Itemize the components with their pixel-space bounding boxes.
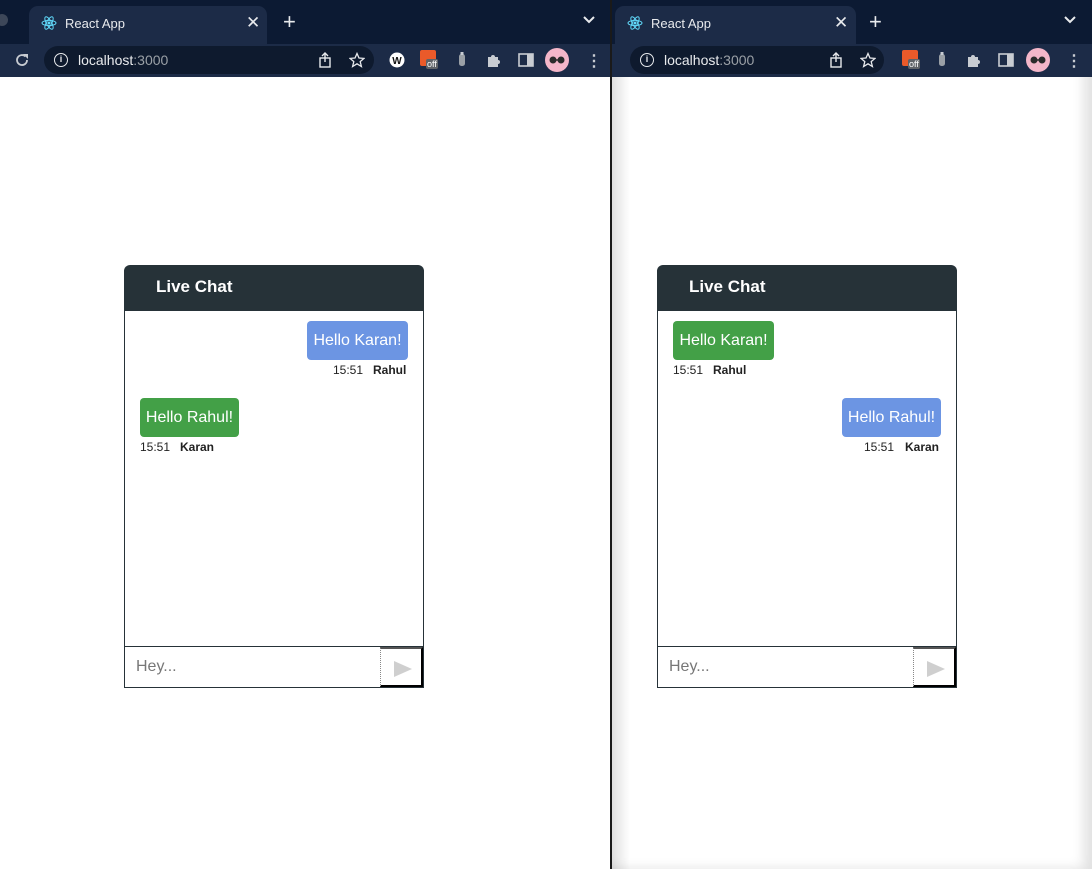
share-icon[interactable] xyxy=(317,52,333,68)
coupon-extension-icon[interactable]: off xyxy=(420,50,440,70)
puzzle-extensions-icon[interactable] xyxy=(964,50,984,70)
tab-title: React App xyxy=(65,16,125,31)
chat-title: Live Chat xyxy=(156,277,233,296)
tab-bar: React App ✕ + xyxy=(612,0,1092,44)
chat-title: Live Chat xyxy=(689,277,766,296)
side-panel-icon[interactable] xyxy=(516,50,536,70)
message-time: 15:51 xyxy=(864,440,895,454)
message-bubble: Hello Rahul! xyxy=(140,398,239,437)
chat-footer xyxy=(124,646,424,688)
send-button[interactable] xyxy=(380,647,423,687)
address-bar[interactable]: i localhost:3000 xyxy=(44,46,374,74)
tab-title: React App xyxy=(651,16,711,31)
share-icon[interactable] xyxy=(828,52,844,68)
side-panel-icon[interactable] xyxy=(996,50,1016,70)
reload-icon[interactable] xyxy=(12,50,32,70)
address-bar[interactable]: i localhost:3000 xyxy=(630,46,884,74)
bottle-extension-icon[interactable] xyxy=(452,50,472,70)
star-icon[interactable] xyxy=(349,52,365,68)
browser-window-right: React App ✕ + i localhost:3000 off ⋮ Liv… xyxy=(612,0,1092,869)
url-text: localhost:3000 xyxy=(664,52,755,68)
react-icon xyxy=(627,16,643,30)
star-icon[interactable] xyxy=(860,52,876,68)
send-button[interactable] xyxy=(913,647,956,687)
toolbar: i localhost:3000 W off ⋮ xyxy=(0,44,611,77)
menu-icon[interactable]: ⋮ xyxy=(586,51,602,71)
send-icon xyxy=(394,661,412,677)
chevron-down-icon[interactable] xyxy=(1063,13,1077,27)
chat-messages[interactable]: Hello Karan! 15:51 Rahul Hello Rahul! 15… xyxy=(657,310,957,647)
glasses-icon xyxy=(1030,56,1046,64)
react-icon xyxy=(41,16,57,30)
window-shadow xyxy=(612,77,630,869)
message-author: Karan xyxy=(180,440,215,454)
message-time: 15:51 xyxy=(673,363,704,377)
close-tab-icon[interactable]: ✕ xyxy=(834,14,848,32)
close-tab-icon[interactable]: ✕ xyxy=(246,14,260,32)
profile-avatar[interactable] xyxy=(545,48,569,72)
tab-bar: React App ✕ + xyxy=(0,0,611,44)
window-divider xyxy=(610,0,612,869)
bottle-extension-icon[interactable] xyxy=(932,50,952,70)
message-author: Rahul xyxy=(373,363,407,377)
message-input[interactable] xyxy=(658,647,913,687)
new-tab-icon[interactable]: + xyxy=(869,11,882,33)
chevron-down-icon[interactable] xyxy=(582,13,596,27)
svg-text:W: W xyxy=(392,56,402,67)
chat-window: Live Chat Hello Karan! 15:51 Rahul Hello… xyxy=(124,265,424,688)
chat-header: Live Chat xyxy=(657,265,957,311)
message-author: Rahul xyxy=(713,363,747,377)
tab-react-app[interactable]: React App ✕ xyxy=(29,6,267,44)
tab-react-app[interactable]: React App ✕ xyxy=(615,6,856,44)
message-time: 15:51 xyxy=(140,440,171,454)
message-bubble: Hello Rahul! xyxy=(842,398,941,437)
message-bubble: Hello Karan! xyxy=(673,321,774,360)
message-author: Karan xyxy=(905,440,940,454)
message-bubble: Hello Karan! xyxy=(307,321,408,360)
window-control-dot[interactable] xyxy=(0,14,8,26)
toolbar: i localhost:3000 off ⋮ xyxy=(612,44,1092,77)
chat-messages[interactable]: Hello Karan! 15:51 Rahul Hello Rahul! 15… xyxy=(124,310,424,647)
glasses-icon xyxy=(549,56,565,64)
profile-avatar[interactable] xyxy=(1026,48,1050,72)
new-tab-icon[interactable]: + xyxy=(283,11,296,33)
coupon-extension-icon[interactable]: off xyxy=(902,50,922,70)
puzzle-extensions-icon[interactable] xyxy=(484,50,504,70)
chat-footer xyxy=(657,646,957,688)
send-icon xyxy=(927,661,945,677)
url-text: localhost:3000 xyxy=(78,52,169,68)
browser-window-left: React App ✕ + i localhost:3000 W off ⋮ L… xyxy=(0,0,611,869)
w-extension-icon[interactable]: W xyxy=(387,50,407,70)
chat-window: Live Chat Hello Karan! 15:51 Rahul Hello… xyxy=(657,265,957,688)
menu-icon[interactable]: ⋮ xyxy=(1066,51,1082,71)
chat-header: Live Chat xyxy=(124,265,424,311)
info-icon[interactable]: i xyxy=(54,53,68,67)
message-input[interactable] xyxy=(125,647,380,687)
message-time: 15:51 xyxy=(333,363,364,377)
info-icon[interactable]: i xyxy=(640,53,654,67)
